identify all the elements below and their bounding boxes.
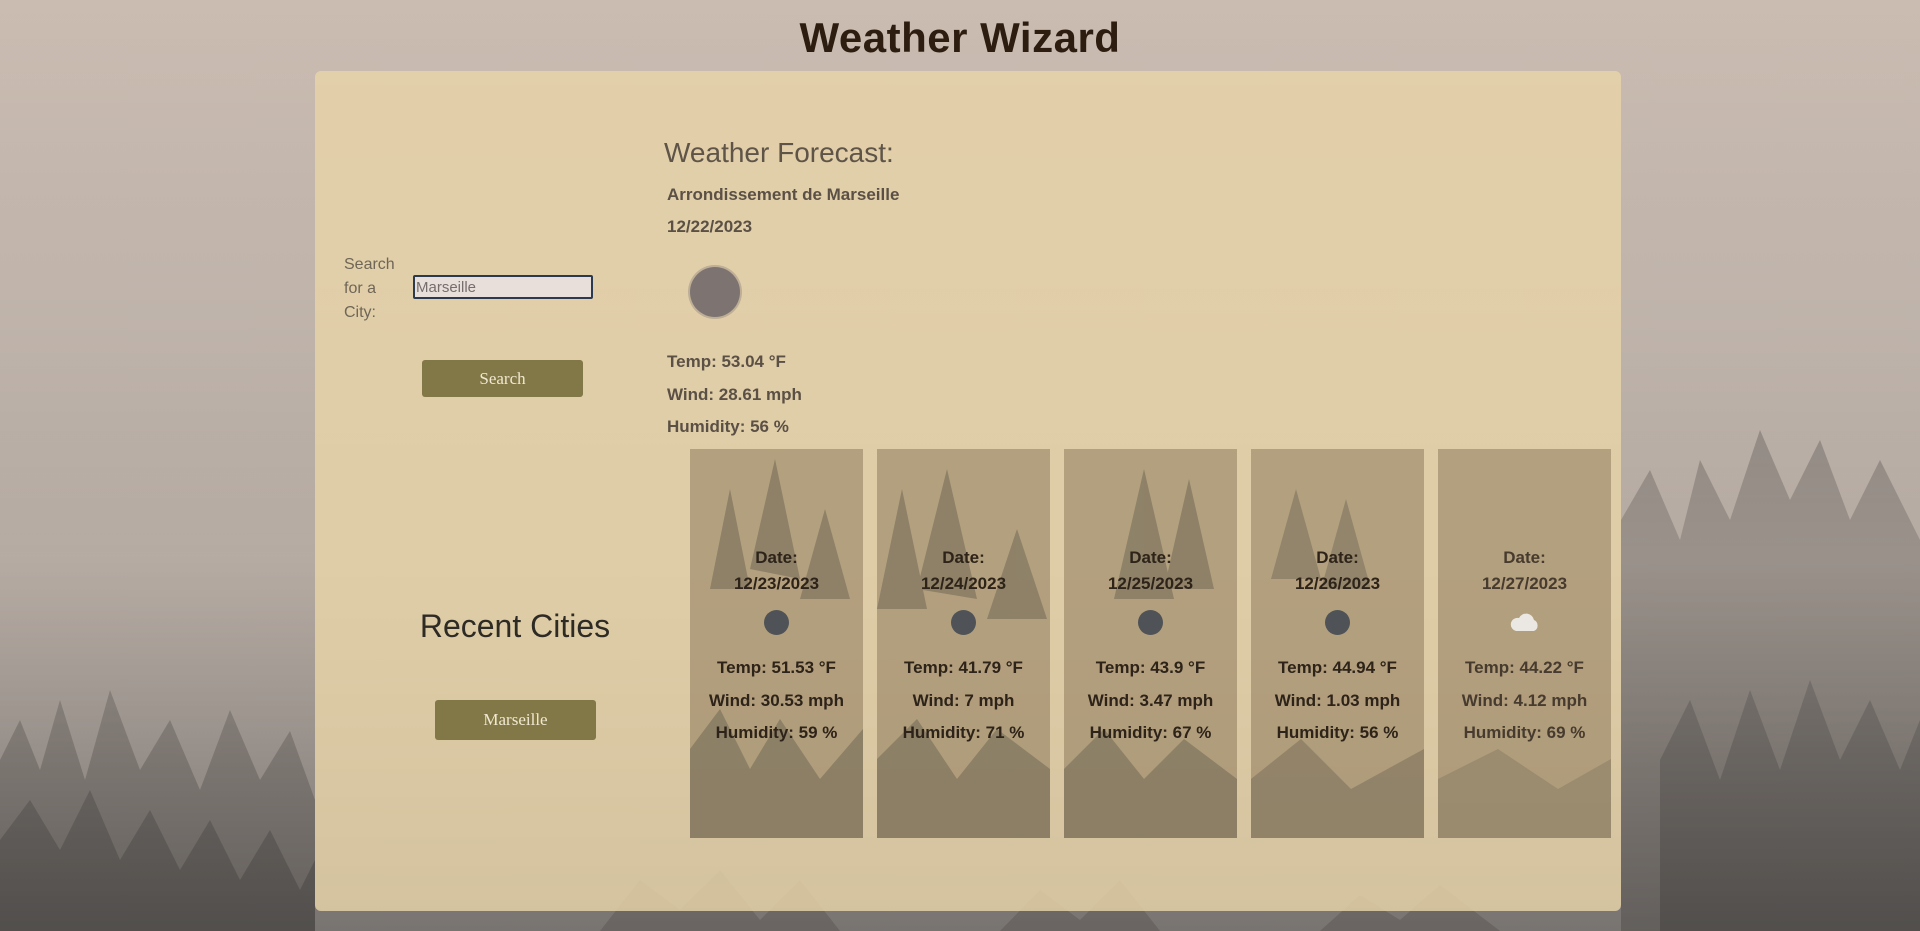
forecast-temp: Temp: 51.53 °F	[717, 658, 836, 677]
forecast-humidity: Humidity: 59 %	[715, 723, 838, 742]
cloud-icon	[1510, 613, 1538, 631]
forecast-heading: Weather Forecast:	[664, 137, 894, 168]
forecast-card-day-5: Date: 12/27/2023 Temp: 44.22 °F Wind: 4.…	[1438, 449, 1611, 838]
forest-texture	[1438, 749, 1611, 838]
moon-icon	[1138, 610, 1163, 635]
moon-icon	[1325, 610, 1350, 635]
forecast-date: 12/26/2023	[1294, 574, 1381, 593]
current-date: 12/22/2023	[667, 217, 753, 236]
current-humidity: Humidity: 56 %	[667, 417, 789, 436]
forecast-wind: Wind: 4.12 mph	[1461, 691, 1588, 710]
forecast-card-day-2: Date: 12/24/2023 Temp: 41.79 °F Wind: 7 …	[877, 449, 1050, 838]
city-search-input[interactable]	[413, 275, 593, 299]
forecast-date-label: Date:	[755, 548, 798, 567]
search-button[interactable]: Search	[422, 360, 583, 397]
forecast-wind: Wind: 3.47 mph	[1087, 691, 1214, 710]
forecast-humidity: Humidity: 56 %	[1276, 723, 1399, 742]
forecast-date: 12/27/2023	[1481, 574, 1568, 593]
forecast-humidity: Humidity: 67 %	[1089, 723, 1212, 742]
forecast-temp: Temp: 43.9 °F	[1095, 658, 1206, 677]
main-panel: Search for a City: Search Recent Cities …	[315, 71, 1621, 911]
moon-icon	[764, 610, 789, 635]
forecast-wind: Wind: 1.03 mph	[1274, 691, 1401, 710]
current-wind: Wind: 28.61 mph	[667, 385, 802, 404]
forecast-temp: Temp: 41.79 °F	[904, 658, 1023, 677]
forecast-temp: Temp: 44.94 °F	[1278, 658, 1397, 677]
forecast-date-label: Date:	[942, 548, 985, 567]
search-label: Search for a City:	[344, 256, 395, 321]
forecast-card-day-3: Date: 12/25/2023 Temp: 43.9 °F Wind: 3.4…	[1064, 449, 1237, 838]
recent-cities-title: Recent Cities	[419, 608, 611, 644]
forecast-date-label: Date:	[1316, 548, 1359, 567]
app-title: Weather Wizard	[799, 14, 1121, 61]
moon-icon	[951, 610, 976, 635]
forecast-date-label: Date:	[1129, 548, 1172, 567]
forecast-temp: Temp: 44.22 °F	[1465, 658, 1584, 677]
current-temp: Temp: 53.04 °F	[667, 352, 786, 371]
forecast-date: 12/25/2023	[1107, 574, 1194, 593]
forecast-date: 12/23/2023	[733, 574, 820, 593]
forest-texture	[690, 459, 863, 838]
forecast-card-day-1: Date: 12/23/2023 Temp: 51.53 °F Wind: 30…	[690, 449, 863, 838]
forest-texture	[1251, 489, 1424, 838]
forecast-wind: Wind: 30.53 mph	[709, 691, 844, 710]
moon-icon	[690, 267, 740, 317]
forest-texture	[877, 469, 1050, 838]
forecast-date: 12/24/2023	[920, 574, 1007, 593]
current-city: Arrondissement de Marseille	[667, 185, 900, 204]
forecast-wind: Wind: 7 mph	[912, 691, 1015, 710]
recent-city-button-marseille[interactable]: Marseille	[435, 700, 596, 740]
forecast-date-label: Date:	[1503, 548, 1546, 567]
forecast-card-day-4: Date: 12/26/2023 Temp: 44.94 °F Wind: 1.…	[1251, 449, 1424, 838]
forest-texture	[1064, 469, 1237, 838]
forecast-humidity: Humidity: 71 %	[902, 723, 1025, 742]
forecast-humidity: Humidity: 69 %	[1463, 723, 1586, 742]
